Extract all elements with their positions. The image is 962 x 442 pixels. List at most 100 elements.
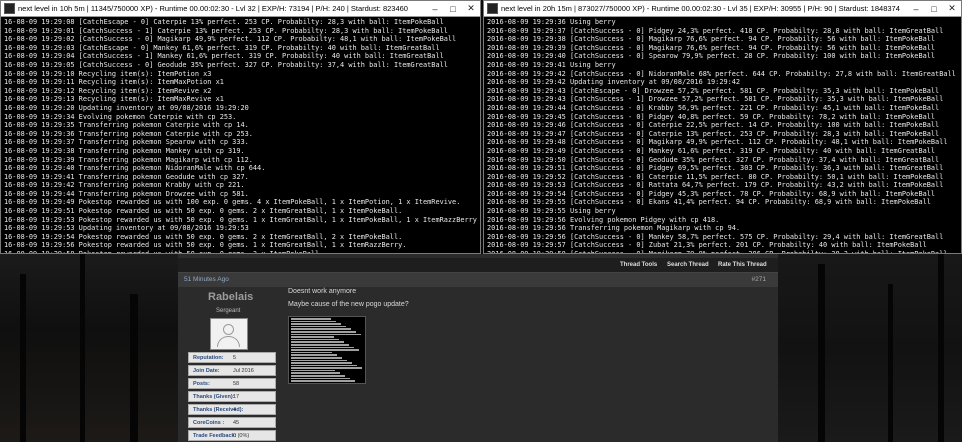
stat-thanks-received: Thanks (Received): 4 [188, 404, 276, 415]
console-line: 16-08-09 19:29:35 Transferring pokemon C… [4, 121, 249, 130]
post-time: 51 Minutes Ago [184, 276, 229, 283]
tree-trunk [818, 264, 825, 442]
console-line: 16-08-09 19:29:08 [CatchEscape - 0] Cate… [4, 18, 444, 26]
thumbnail-line [291, 354, 337, 356]
stat-key: Join Date: [193, 368, 220, 374]
post-text-line: Maybe cause of the new pogo update? [288, 301, 409, 308]
minimize-icon[interactable]: – [907, 4, 925, 14]
console-line: 2016-08-09 19:29:41 Using berry [487, 60, 616, 69]
thumbnail-line [291, 333, 361, 336]
right-console-output: 2016-08-09 19:29:36 Using berry 2016-08-0… [484, 17, 961, 253]
thumbnail-line [291, 343, 349, 346]
stat-trade-feedback: Trade Feedback: 0 (0%) [188, 430, 276, 441]
stat-value: 5 [233, 355, 237, 361]
console-line: 2016-08-09 19:29:47 [CatchSuccess - 0] C… [487, 129, 940, 138]
console-line: 2016-08-09 19:29:42 [CatchSuccess - 0] N… [487, 69, 956, 78]
console-line: 2016-08-09 19:29:37 [CatchSuccess - 0] P… [487, 26, 944, 35]
avatar[interactable] [210, 318, 248, 350]
console-line: 2016-08-09 19:29:55 [CatchSuccess - 0] E… [487, 198, 931, 207]
console-line: 2016-08-09 19:29:46 [CatchSuccess - 0] C… [487, 121, 940, 130]
username-link[interactable]: Rabelais [208, 291, 253, 303]
right-console-window[interactable]: next level in 20h 15m | 873027/750000 XP… [483, 0, 962, 254]
user-rank: Sergeant [216, 308, 241, 314]
thumbnail-line [291, 320, 336, 323]
console-line: 2016-08-09 19:29:52 [CatchSuccess - 0] C… [487, 172, 944, 181]
console-line: 2016-08-09 19:29:36 Using berry [487, 18, 616, 26]
console-line: 16-08-09 19:29:41 Transferring pokemon G… [4, 172, 249, 181]
thread-tools-link[interactable]: Thread Tools [620, 262, 657, 268]
console-line: 2016-08-09 19:29:54 [CatchSuccess - 0] P… [487, 189, 936, 198]
thumbnail-line [291, 349, 359, 351]
rate-thread-link[interactable]: Rate This Thread [718, 262, 767, 268]
stat-value: 0 (0%) [233, 433, 250, 439]
console-line: 16-08-09 19:29:49 Pokestop rewarded us w… [4, 198, 461, 207]
stat-key: Posts: [193, 381, 210, 387]
console-line: 2016-08-09 19:29:45 [CatchSuccess - 0] P… [487, 112, 936, 121]
console-line: 16-08-09 19:29:01 [CatchSuccess - 1] Cat… [4, 26, 448, 35]
thumbnail-line [291, 369, 335, 372]
console-line: 2016-08-09 19:29:53 [CatchSuccess - 0] R… [487, 181, 944, 190]
stat-key: Trade Feedback: [193, 433, 237, 439]
console-line: 16-08-09 19:29:34 Evolving pokemon Cater… [4, 112, 237, 121]
close-icon[interactable]: ✕ [462, 3, 480, 14]
stat-key: CoreCoins : [193, 420, 225, 426]
console-line: 16-08-09 19:29:39 Transferring pokemon M… [4, 155, 253, 164]
post-text-line: Doesnt work anymore [288, 288, 357, 295]
post-number-link[interactable]: #271 [752, 276, 766, 283]
console-line: 2016-08-09 19:29:43 [CatchSuccess - 1] D… [487, 95, 944, 104]
avatar-placeholder-icon [223, 324, 234, 335]
stat-value: 45 [233, 420, 240, 426]
right-console-titlebar[interactable]: next level in 20h 15m | 873027/750000 XP… [484, 1, 961, 17]
thumbnail-line [291, 362, 352, 364]
close-icon[interactable]: ✕ [943, 3, 961, 14]
console-line: 16-08-09 19:29:51 Pokestop rewarded us w… [4, 207, 403, 216]
minimize-icon[interactable]: – [426, 4, 444, 14]
thumbnail-line [291, 382, 360, 383]
attached-screenshot-thumbnail[interactable] [288, 316, 366, 384]
console-line: 16-08-09 19:29:05 [CatchSuccess - 0] Geo… [4, 60, 448, 69]
console-line: 16-08-09 19:29:13 Recycling item(s): Ite… [4, 95, 224, 104]
thumbnail-line [291, 359, 347, 362]
maximize-icon[interactable]: □ [444, 4, 462, 14]
left-console-titlebar[interactable]: next level in 10h 5m | 11345/750000 XP) … [1, 1, 480, 17]
console-line: 2016-08-09 19:29:55 Using berry [487, 207, 616, 216]
tree-trunk [130, 294, 138, 442]
console-line: 2016-08-09 19:29:42 Updating inventory a… [487, 78, 741, 87]
thumbnail-line [291, 338, 339, 341]
console-line: 2016-08-09 19:29:56 Evolving pokemon Pid… [487, 215, 720, 224]
left-console-title: next level in 10h 5m | 11345/750000 XP) … [18, 4, 408, 13]
tree-trunk [80, 254, 85, 442]
tree-trunk [938, 254, 944, 442]
right-console-title: next level in 20h 15m | 873027/750000 XP… [501, 4, 900, 13]
console-line: 16-08-09 19:29:38 Transferring pokemon M… [4, 146, 245, 155]
stat-thanks-given: Thanks (Given): 17 [188, 391, 276, 402]
console-line: 2016-08-09 19:29:50 [CatchSuccess - 0] G… [487, 155, 940, 164]
console-line: 16-08-09 19:29:10 Recycling item(s): Ite… [4, 69, 212, 78]
thumbnail-line [291, 325, 346, 328]
thumbnail-line [291, 372, 340, 375]
console-line: 16-08-09 19:29:54 Pokestop rewarded us w… [4, 232, 403, 241]
left-console-window[interactable]: next level in 10h 5m | 11345/750000 XP) … [0, 0, 481, 254]
console-line: 16-08-09 19:29:03 [CatchEscape - 0] Mank… [4, 43, 440, 52]
search-thread-link[interactable]: Search Thread [667, 262, 709, 268]
console-line: 2016-08-09 19:29:40 [CatchSuccess - 0] S… [487, 52, 936, 61]
console-line: 2016-08-09 19:29:44 [CatchSuccess - 0] K… [487, 103, 940, 112]
console-line: 16-08-09 19:29:36 Transferring pokemon C… [4, 129, 253, 138]
stat-value: 58 [233, 381, 240, 387]
thumbnail-line [291, 346, 354, 349]
console-line: 16-08-09 19:29:37 Transferring pokemon S… [4, 138, 249, 147]
console-line: 16-08-09 19:29:04 [CatchSuccess - 1] Man… [4, 52, 444, 61]
console-line: 2016-08-09 19:29:56 [CatchSuccess - 0] M… [487, 232, 944, 241]
stat-value: 17 [233, 394, 240, 400]
console-line: 16-08-09 19:29:12 Recycling item(s): Ite… [4, 86, 212, 95]
thumbnail-line [291, 380, 355, 382]
tree-trunk [888, 284, 893, 442]
console-line: 16-08-09 19:29:20 Updating inventory at … [4, 103, 249, 112]
thumbnail-line [291, 318, 331, 320]
thumbnail-line [291, 336, 334, 338]
stat-posts: Posts: 58 [188, 378, 276, 389]
console-line: 2016-08-09 19:29:51 [CatchSuccess - 0] P… [487, 164, 944, 173]
console-line: 2016-08-09 19:29:57 [CatchSuccess - 0] Z… [487, 241, 927, 250]
stat-key: Thanks (Given): [193, 394, 235, 400]
maximize-icon[interactable]: □ [925, 4, 943, 14]
